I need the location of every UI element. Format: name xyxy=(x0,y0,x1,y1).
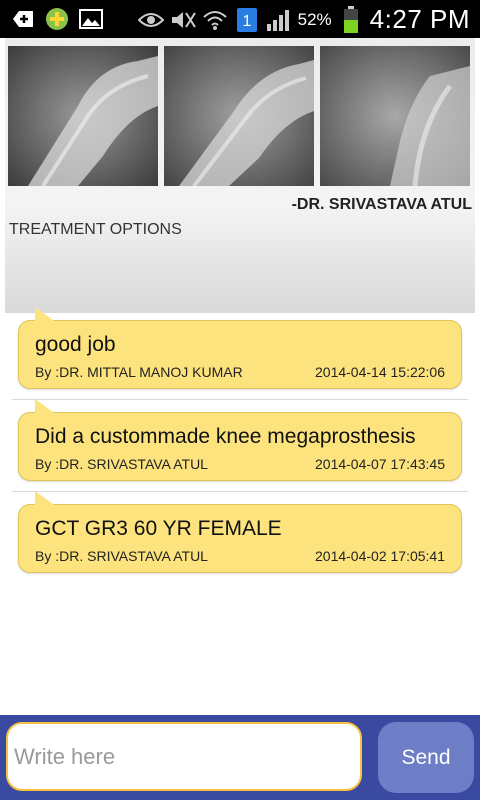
list-item: good job By :DR. MITTAL MANOJ KUMAR 2014… xyxy=(0,307,480,389)
divider xyxy=(12,399,468,400)
gallery-icon xyxy=(78,6,104,32)
list-item: GCT GR3 60 YR FEMALE By :DR. SRIVASTAVA … xyxy=(0,491,480,573)
comment-bubble: GCT GR3 60 YR FEMALE By :DR. SRIVASTAVA … xyxy=(18,491,462,573)
case-author: -DR. SRIVASTAVA ATUL xyxy=(291,196,472,213)
comment-bubble: Did a custommade knee megaprosthesis By … xyxy=(18,399,462,481)
comment-list[interactable]: good job By :DR. MITTAL MANOJ KUMAR 2014… xyxy=(0,307,480,715)
treatment-options-label: TREATMENT OPTIONS xyxy=(9,221,182,238)
xray-image-1[interactable] xyxy=(8,46,158,186)
add-icon xyxy=(10,6,36,32)
wifi-icon xyxy=(202,7,228,33)
xray-thumbnails xyxy=(8,46,472,186)
case-header: -DR. SRIVASTAVA ATUL TREATMENT OPTIONS xyxy=(5,38,475,313)
clock: 4:27 PM xyxy=(369,4,470,34)
xray-image-2[interactable] xyxy=(164,46,314,186)
eye-icon xyxy=(137,7,164,33)
comment-bubble: good job By :DR. MITTAL MANOJ KUMAR 2014… xyxy=(18,307,462,389)
sim-icon: 1 xyxy=(234,7,260,33)
comment-timestamp: 2014-04-07 17:43:45 xyxy=(315,456,445,472)
comment-text: Did a custommade knee megaprosthesis xyxy=(35,425,416,448)
status-left-icons xyxy=(10,6,104,32)
badge-icon xyxy=(44,6,70,32)
comment-timestamp: 2014-04-02 17:05:41 xyxy=(315,548,445,564)
comment-author: By :DR. SRIVASTAVA ATUL xyxy=(35,548,208,564)
comment-author: By :DR. MITTAL MANOJ KUMAR xyxy=(35,364,243,380)
comment-meta: By :DR. SRIVASTAVA ATUL 2014-04-07 17:43… xyxy=(35,456,445,472)
battery-percent: 52% xyxy=(297,9,332,29)
muted-icon xyxy=(170,7,196,33)
list-item: Did a custommade knee megaprosthesis By … xyxy=(0,399,480,481)
xray-image-3[interactable] xyxy=(320,46,470,186)
sim-badge: 1 xyxy=(242,13,251,30)
battery-icon xyxy=(338,5,364,33)
comment-meta: By :DR. MITTAL MANOJ KUMAR 2014-04-14 15… xyxy=(35,364,445,380)
comment-timestamp: 2014-04-14 15:22:06 xyxy=(315,364,445,380)
comment-author: By :DR. SRIVASTAVA ATUL xyxy=(35,456,208,472)
comment-input[interactable]: Write here xyxy=(6,722,362,791)
status-right-icons: 1 52% 4:27 PM xyxy=(137,4,470,35)
comment-text: good job xyxy=(35,333,116,356)
send-button[interactable]: Send xyxy=(378,722,474,793)
comment-meta: By :DR. SRIVASTAVA ATUL 2014-04-02 17:05… xyxy=(35,548,445,564)
status-bar: 1 52% 4:27 PM xyxy=(0,0,480,38)
divider xyxy=(12,491,468,492)
signal-icon xyxy=(266,7,292,33)
comment-text: GCT GR3 60 YR FEMALE xyxy=(35,517,282,540)
composer-bar: Write here Send xyxy=(0,715,480,800)
